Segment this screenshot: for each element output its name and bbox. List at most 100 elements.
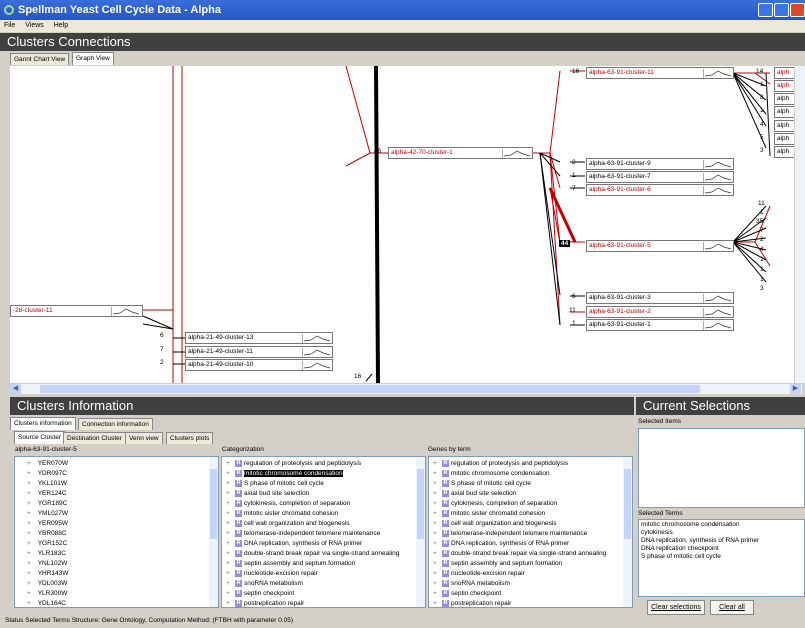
term-row[interactable]: + Rseptin assembly and septum formation <box>224 559 425 569</box>
graph-node[interactable]: alph <box>774 106 794 118</box>
gene-list-scrollbar[interactable] <box>209 457 218 607</box>
term-row[interactable]: + Rpostreplication repair <box>224 599 425 607</box>
graph-node[interactable]: -28-cluster-11 <box>10 305 143 317</box>
term-row[interactable]: + R S phase of mitotic cell cycle <box>431 479 632 489</box>
expand-icon[interactable]: + <box>433 499 440 509</box>
graph-node[interactable]: alpha-21-49-cluster-11 <box>185 346 333 358</box>
expand-icon[interactable]: + <box>226 589 233 599</box>
gene-row[interactable]: + YER095W <box>25 519 218 529</box>
expand-icon[interactable]: + <box>433 519 440 529</box>
expand-icon[interactable]: + <box>27 529 34 539</box>
expand-icon[interactable]: + <box>433 479 440 489</box>
minimize-button[interactable] <box>758 3 773 17</box>
menu-views[interactable]: Views <box>21 22 48 29</box>
expand-icon[interactable]: + <box>226 459 233 469</box>
gene-row[interactable]: + YML027W <box>25 509 218 519</box>
expand-icon[interactable]: + <box>433 599 440 607</box>
expand-icon[interactable]: + <box>226 569 233 579</box>
gene-row[interactable]: + YLR300W <box>25 589 218 599</box>
scroll-right-icon[interactable]: ▶ <box>790 384 801 394</box>
expand-icon[interactable]: + <box>27 509 34 519</box>
term-row[interactable]: + Rcytokinesis, completion of separation <box>224 499 425 509</box>
selected-term[interactable]: DNA replication checkpoint <box>641 545 802 553</box>
expand-icon[interactable]: + <box>433 459 440 469</box>
term-row[interactable]: + RsnoRNA metabolism <box>431 579 632 589</box>
expand-icon[interactable]: + <box>433 549 440 559</box>
scrollbar-thumb[interactable] <box>40 385 700 393</box>
expand-icon[interactable]: + <box>27 569 34 579</box>
tab-gannt-chart-view[interactable]: Gannt Chart View <box>10 53 70 65</box>
expand-icon[interactable]: + <box>226 519 233 529</box>
term-row[interactable]: + Raxial bud site selection <box>431 489 632 499</box>
expand-icon[interactable]: + <box>226 599 233 607</box>
expand-icon[interactable]: + <box>433 569 440 579</box>
graph-node[interactable]: alpha-63-91-cluster-5 <box>586 240 734 252</box>
expand-icon[interactable]: + <box>226 549 233 559</box>
expand-icon[interactable]: + <box>27 599 34 607</box>
expand-icon[interactable]: + <box>226 489 233 499</box>
term-row[interactable]: + Rcytokinesis, completion of separation <box>431 499 632 509</box>
term-row[interactable]: + Rcell wall organization and biogenesis <box>224 519 425 529</box>
graph-node[interactable]: alpha-63-91-cluster-9 <box>586 158 734 170</box>
expand-icon[interactable]: + <box>27 459 34 469</box>
expand-icon[interactable]: + <box>433 509 440 519</box>
graph-node[interactable]: alpha-21-49-cluster-10 <box>185 359 333 371</box>
gene-row[interactable]: + YDL003W <box>25 579 218 589</box>
expand-icon[interactable]: + <box>433 469 440 479</box>
term-row[interactable]: + Rseptin checkpoint <box>431 589 632 599</box>
expand-icon[interactable]: + <box>433 559 440 569</box>
expand-icon[interactable]: + <box>226 479 233 489</box>
gene-row[interactable]: + YLR183C <box>25 549 218 559</box>
expand-icon[interactable]: + <box>433 589 440 599</box>
term-row[interactable]: + Rmitotic chromosome condensation <box>224 469 425 479</box>
close-button[interactable] <box>790 3 805 17</box>
selected-term[interactable]: S phase of mitotic cell cycle <box>641 553 802 561</box>
graph-node[interactable]: alph <box>774 80 794 92</box>
term-row[interactable]: + Rtelomerase-independent telomere mainte… <box>431 529 632 539</box>
tab-source-cluster[interactable]: Source Cluster <box>14 431 65 444</box>
tab-graph-view[interactable]: Graph View <box>72 52 114 65</box>
tab-venn-view[interactable]: Venn view <box>125 432 163 444</box>
gene-row[interactable]: + YBR088C <box>25 529 218 539</box>
expand-icon[interactable]: + <box>226 499 233 509</box>
graph-horizontal-scrollbar[interactable]: ◀ ▶ <box>10 383 802 394</box>
menu-help[interactable]: Help <box>50 22 72 29</box>
menu-file[interactable]: File <box>0 22 19 29</box>
term-row[interactable]: + Rtelomerase-independent telomere mainte… <box>224 529 425 539</box>
gene-row[interactable]: + YGR189C <box>25 499 218 509</box>
expand-icon[interactable]: + <box>433 579 440 589</box>
tab-clusters-information[interactable]: Clusters information <box>10 417 76 430</box>
term-row[interactable]: + Rmitotic sister chromatid cohesion <box>224 509 425 519</box>
graph-node[interactable]: alpha-63-91-cluster-1 <box>586 319 734 331</box>
expand-icon[interactable]: + <box>27 539 34 549</box>
term-row[interactable]: + Raxial bud site selection <box>224 489 425 499</box>
selected-term[interactable]: DNA replication, synthesis of RNA primer <box>641 537 802 545</box>
gene-row[interactable]: + YNL102W <box>25 559 218 569</box>
expand-icon[interactable]: + <box>226 559 233 569</box>
expand-icon[interactable]: + <box>433 539 440 549</box>
graph-node[interactable]: alph <box>774 93 794 105</box>
graph-node[interactable]: alpha-63-91-cluster-3 <box>586 292 734 304</box>
expand-icon[interactable]: + <box>433 489 440 499</box>
gene-row[interactable]: + YGR152C <box>25 539 218 549</box>
gene-row[interactable]: + YHR143W <box>25 569 218 579</box>
term-row[interactable]: + Rnucleotide-excision repair <box>224 569 425 579</box>
tab-clusters-plots[interactable]: Clusters plots <box>166 432 214 444</box>
selected-items-list[interactable] <box>638 428 805 508</box>
term-row[interactable]: + Rseptin assembly and septum formation <box>431 559 632 569</box>
term-row[interactable]: + Rnucleotide-excision repair <box>431 569 632 579</box>
graph-node[interactable]: alpha-42-70-cluster-1 <box>388 147 533 159</box>
expand-icon[interactable]: + <box>27 469 34 479</box>
term-row[interactable]: + Rmitotic sister chromatid cohesion <box>431 509 632 519</box>
expand-icon[interactable]: + <box>226 529 233 539</box>
expand-icon[interactable]: + <box>27 519 34 529</box>
term-row[interactable]: + R DNA replication, synthesis of RNA prim… <box>224 539 425 549</box>
selected-terms-list[interactable]: mitotic chromosome condensation cytokines… <box>638 519 805 597</box>
graph-vertical-scrollbar[interactable] <box>795 66 805 383</box>
expand-icon[interactable]: + <box>226 539 233 549</box>
term-row[interactable]: + RsnoRNA metabolism <box>224 579 425 589</box>
graph-node[interactable]: alph <box>774 120 794 132</box>
term-row[interactable]: + Rmitotic chromosome condensation <box>431 469 632 479</box>
selected-term[interactable]: mitotic chromosome condensation <box>641 521 802 529</box>
term-row[interactable]: + Rpostreplication repair <box>431 599 632 607</box>
